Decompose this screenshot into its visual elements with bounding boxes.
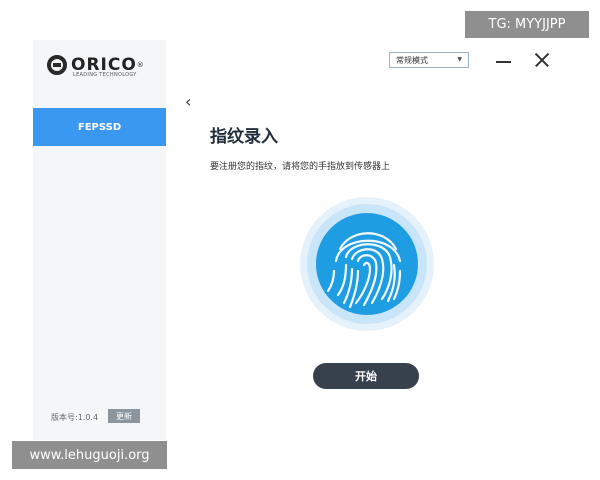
- version-label: 版本号:1.0.4: [51, 413, 99, 422]
- mode-select-value: 常规模式: [396, 55, 428, 65]
- watermark-tg: TG: MYYJJPP: [465, 11, 589, 38]
- update-button[interactable]: 更新: [108, 409, 140, 423]
- chevron-down-icon: ▼: [457, 56, 462, 63]
- start-button[interactable]: 开始: [313, 363, 419, 389]
- mode-select[interactable]: 常规模式 ▼: [389, 52, 469, 68]
- fingerprint-sensor: [300, 197, 434, 331]
- logo-text: ORICO®: [71, 54, 145, 75]
- back-button[interactable]: ‹: [185, 93, 199, 111]
- app-window: ORICO® LEADING TECHNOLOGY FEPSSD 版本号:1.0…: [33, 40, 573, 440]
- orico-logo: ORICO® LEADING TECHNOLOGY: [47, 52, 155, 78]
- fingerprint-ring: [307, 204, 427, 324]
- sidebar-item-fepssd[interactable]: FEPSSD: [33, 108, 166, 146]
- logo-tagline: LEADING TECHNOLOGY: [73, 72, 137, 78]
- logo-mark-icon: [47, 55, 67, 75]
- fingerprint-icon: [316, 213, 418, 315]
- chevron-left-icon: ‹: [185, 92, 192, 111]
- sidebar: ORICO® LEADING TECHNOLOGY FEPSSD 版本号:1.0…: [33, 40, 166, 440]
- sidebar-item-label: FEPSSD: [77, 121, 122, 133]
- fingerprint-lines: [326, 232, 402, 309]
- minimize-button[interactable]: [495, 52, 513, 70]
- page-title: 指纹录入: [210, 127, 278, 147]
- close-button[interactable]: [533, 51, 551, 69]
- watermark-site: www.lehuguoji.org: [12, 441, 167, 469]
- instruction-text: 要注册您的指纹，请将您的手指放到传感器上: [210, 162, 391, 172]
